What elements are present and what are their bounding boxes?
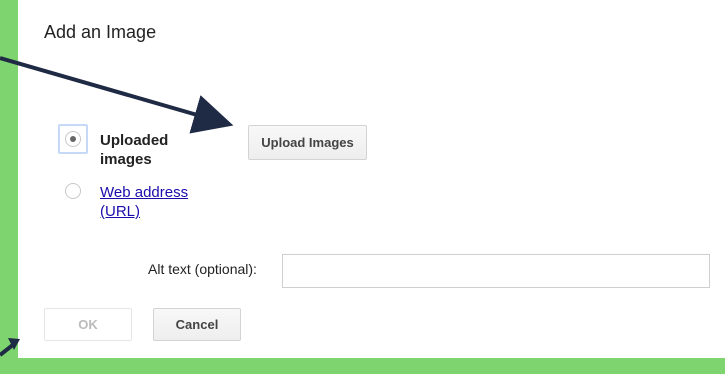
alt-text-label: Alt text (optional): bbox=[148, 261, 257, 277]
ok-button[interactable]: OK bbox=[44, 308, 132, 341]
alt-text-input[interactable] bbox=[282, 254, 710, 288]
uploaded-images-radio[interactable] bbox=[65, 131, 81, 147]
web-address-link[interactable]: Web address (URL) bbox=[100, 183, 200, 221]
cancel-button[interactable]: Cancel bbox=[153, 308, 241, 341]
uploaded-images-label[interactable]: Uploaded images bbox=[100, 131, 200, 169]
dialog-title: Add an Image bbox=[44, 22, 157, 42]
web-address-radio[interactable] bbox=[65, 183, 81, 199]
add-image-dialog: Add an Image Uploaded images Web address… bbox=[18, 0, 725, 358]
upload-images-button[interactable]: Upload Images bbox=[248, 125, 367, 160]
annotation-arrow-bottom bbox=[0, 342, 16, 357]
